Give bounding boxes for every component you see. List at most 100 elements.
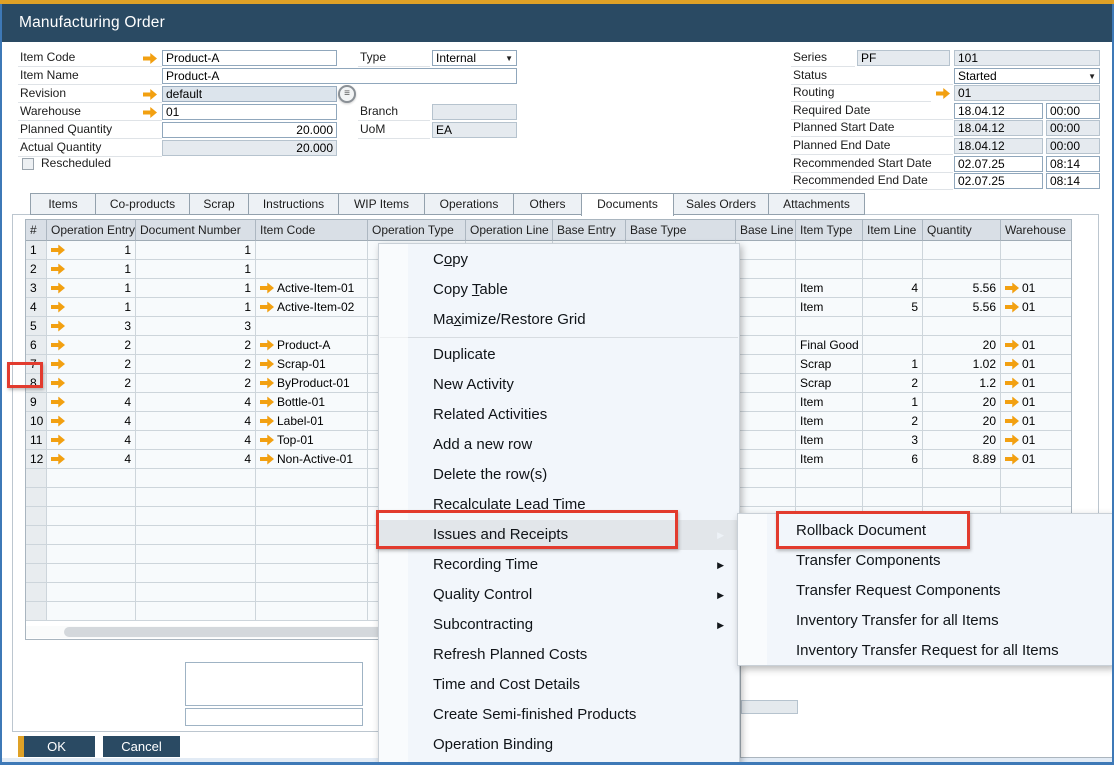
cell-base-line[interactable] xyxy=(736,412,796,431)
cell-quantity[interactable]: 20 xyxy=(923,393,1001,412)
link-arrow-icon[interactable] xyxy=(51,302,65,313)
cell-item-code[interactable]: Active-Item-01 xyxy=(256,279,368,298)
menu-item-quality-control[interactable]: Quality Control▶ xyxy=(379,580,739,610)
row-number-cell[interactable] xyxy=(26,469,47,488)
link-arrow-icon[interactable] xyxy=(51,416,65,427)
cell-document-number[interactable] xyxy=(136,564,256,583)
menu-item-copy[interactable]: Copy xyxy=(379,245,739,275)
cell-warehouse[interactable] xyxy=(1001,260,1072,279)
menu-item-time-and-cost-details[interactable]: Time and Cost Details xyxy=(379,670,739,700)
cell-document-number[interactable]: 2 xyxy=(136,355,256,374)
cell-item-code[interactable] xyxy=(256,469,368,488)
link-arrow-icon[interactable] xyxy=(260,359,274,370)
cell-document-number[interactable]: 1 xyxy=(136,241,256,260)
cell-operation-entry[interactable]: 2 xyxy=(47,336,136,355)
link-arrow-icon[interactable] xyxy=(51,359,65,370)
row-number-cell[interactable]: 2 xyxy=(26,260,47,279)
cell-base-line[interactable] xyxy=(736,355,796,374)
row-number-cell[interactable]: 4 xyxy=(26,298,47,317)
cell-quantity[interactable]: 5.56 xyxy=(923,279,1001,298)
cell-operation-entry[interactable]: 3 xyxy=(47,317,136,336)
tab-documents[interactable]: Documents xyxy=(581,193,674,216)
row-number-cell[interactable]: 11 xyxy=(26,431,47,450)
journal-remarks-input[interactable] xyxy=(185,708,363,726)
cell-item-code[interactable] xyxy=(256,564,368,583)
cell-warehouse[interactable]: 01 xyxy=(1001,279,1072,298)
link-arrow-icon[interactable] xyxy=(51,454,65,465)
planned-start-date-time-field[interactable]: 00:00 xyxy=(1046,120,1100,136)
cell-base-line[interactable] xyxy=(736,393,796,412)
cell-quantity[interactable]: 1.02 xyxy=(923,355,1001,374)
cell-item-type[interactable]: Item xyxy=(796,450,863,469)
row-number-cell[interactable]: 3 xyxy=(26,279,47,298)
cell-document-number[interactable] xyxy=(136,545,256,564)
cell-operation-entry[interactable] xyxy=(47,583,136,602)
required-date-date-field[interactable]: 18.04.12 xyxy=(954,103,1043,119)
cell-document-number[interactable] xyxy=(136,602,256,621)
column-header-base-entry[interactable]: Base Entry xyxy=(553,220,626,241)
cell-document-number[interactable]: 2 xyxy=(136,336,256,355)
row-number-cell[interactable]: 1 xyxy=(26,241,47,260)
cell-item-line[interactable] xyxy=(863,469,923,488)
cell-document-number[interactable] xyxy=(136,469,256,488)
link-arrow-icon[interactable] xyxy=(936,88,950,99)
cell-item-line[interactable]: 5 xyxy=(863,298,923,317)
recommended-end-date-date-field[interactable]: 02.07.25 xyxy=(954,173,1043,189)
cell-quantity[interactable]: 20 xyxy=(923,431,1001,450)
cell-warehouse[interactable]: 01 xyxy=(1001,412,1072,431)
cell-item-line[interactable] xyxy=(863,241,923,260)
cell-warehouse[interactable] xyxy=(1001,317,1072,336)
status-field[interactable]: Started▼ xyxy=(954,68,1100,84)
cell-document-number[interactable]: 1 xyxy=(136,279,256,298)
cell-item-code[interactable]: Active-Item-02 xyxy=(256,298,368,317)
cell-item-code[interactable] xyxy=(256,526,368,545)
cell-warehouse[interactable]: 01 xyxy=(1001,298,1072,317)
cell-warehouse[interactable]: 01 xyxy=(1001,355,1072,374)
column-header-operation-type[interactable]: Operation Type xyxy=(368,220,466,241)
uom-field[interactable]: EA xyxy=(432,122,517,138)
tab-attachments[interactable]: Attachments xyxy=(768,193,865,215)
link-arrow-icon[interactable] xyxy=(51,245,65,256)
link-arrow-icon[interactable] xyxy=(1005,416,1019,427)
menu-item-related-activities[interactable]: Related Activities xyxy=(379,400,739,430)
cell-item-code[interactable] xyxy=(256,583,368,602)
cell-item-type[interactable]: Item xyxy=(796,279,863,298)
row-number-cell[interactable]: 10 xyxy=(26,412,47,431)
menu-item-recording-time[interactable]: Recording Time▶ xyxy=(379,550,739,580)
cell-operation-entry[interactable]: 1 xyxy=(47,279,136,298)
cell-base-line[interactable] xyxy=(736,279,796,298)
cell-quantity[interactable]: 1.2 xyxy=(923,374,1001,393)
link-arrow-icon[interactable] xyxy=(260,454,274,465)
column-header-item-type[interactable]: Item Type xyxy=(796,220,863,241)
link-arrow-icon[interactable] xyxy=(51,264,65,275)
cell-item-type[interactable]: Final Good xyxy=(796,336,863,355)
menu-item-maximize-restore-grid[interactable]: Maximize/Restore Grid xyxy=(379,305,739,335)
cell-document-number[interactable]: 1 xyxy=(136,260,256,279)
row-number-cell[interactable]: 6 xyxy=(26,336,47,355)
link-arrow-icon[interactable] xyxy=(1005,435,1019,446)
menu-item-duplicate[interactable]: Duplicate xyxy=(379,340,739,370)
cell-operation-entry[interactable]: 1 xyxy=(47,241,136,260)
cell-document-number[interactable]: 3 xyxy=(136,317,256,336)
link-arrow-icon[interactable] xyxy=(1005,397,1019,408)
row-number-cell[interactable] xyxy=(26,526,47,545)
cell-operation-entry[interactable]: 2 xyxy=(47,355,136,374)
link-arrow-icon[interactable] xyxy=(260,302,274,313)
column-header-warehouse[interactable]: Warehouse xyxy=(1001,220,1072,241)
cell-document-number[interactable]: 4 xyxy=(136,450,256,469)
cell-base-line[interactable] xyxy=(736,374,796,393)
cell-quantity[interactable]: 8.89 xyxy=(923,450,1001,469)
chevron-down-icon[interactable]: ▼ xyxy=(505,54,513,63)
link-arrow-icon[interactable] xyxy=(1005,340,1019,351)
cell-quantity[interactable] xyxy=(923,317,1001,336)
cell-quantity[interactable] xyxy=(923,469,1001,488)
tab-operations[interactable]: Operations xyxy=(424,193,514,215)
planned-end-date-time-field[interactable]: 00:00 xyxy=(1046,138,1100,154)
cell-base-line[interactable] xyxy=(736,450,796,469)
cell-item-line[interactable]: 3 xyxy=(863,431,923,450)
cell-operation-entry[interactable] xyxy=(47,602,136,621)
cell-item-code[interactable]: Product-A xyxy=(256,336,368,355)
choose-from-list-icon[interactable]: ≡ xyxy=(338,85,356,103)
planned-quantity-field[interactable]: 20.000 xyxy=(162,122,337,138)
cell-document-number[interactable]: 2 xyxy=(136,374,256,393)
